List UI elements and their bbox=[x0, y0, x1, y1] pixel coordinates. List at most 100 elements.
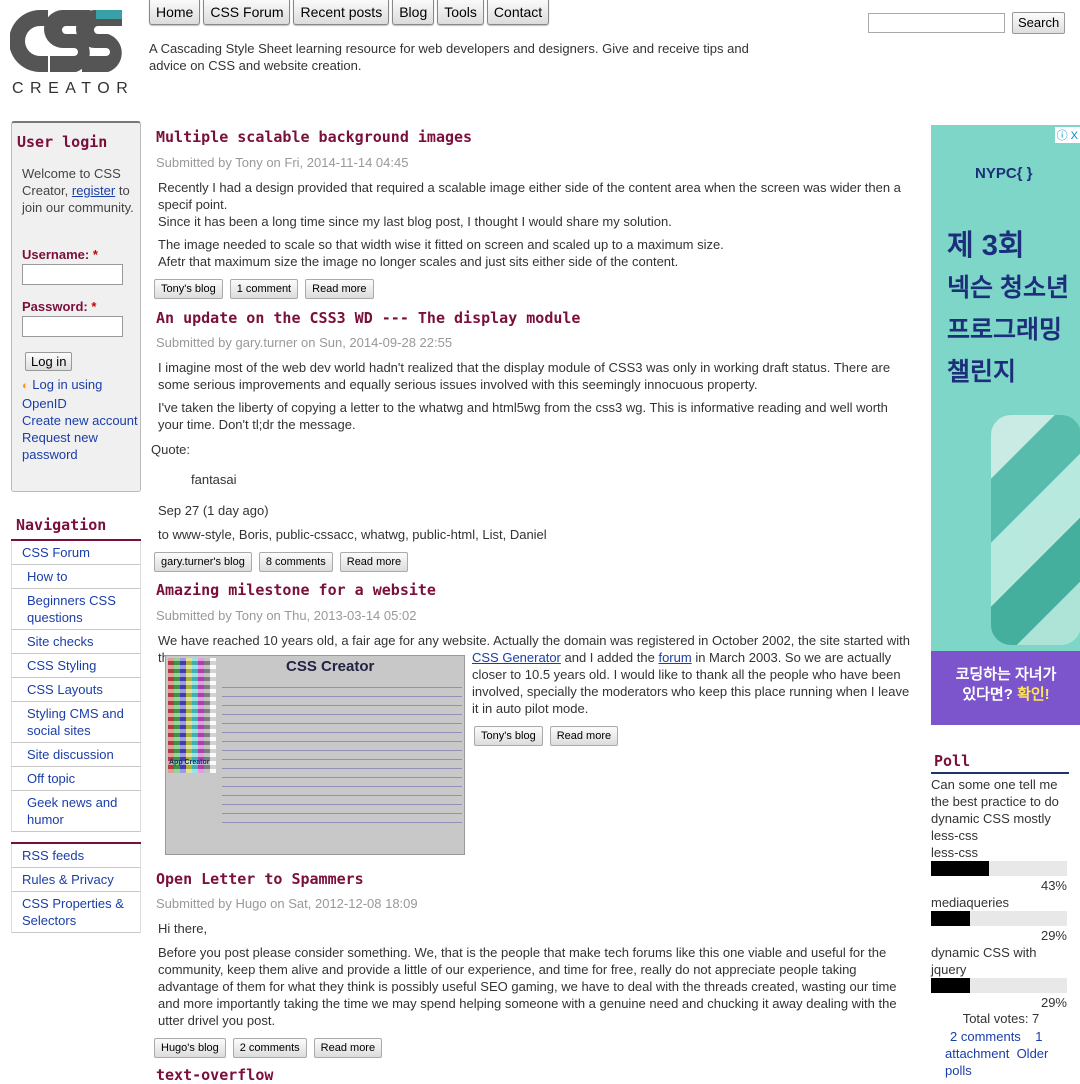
forum-link[interactable]: forum bbox=[658, 650, 691, 665]
nav-blog[interactable]: Blog bbox=[392, 0, 435, 25]
menu-item[interactable]: Beginners CSS questions bbox=[11, 589, 141, 630]
menu-link-css-properties[interactable]: CSS Properties & Selectors bbox=[22, 896, 124, 928]
css-creator-logo[interactable]: CREATOR bbox=[10, 8, 130, 98]
post-submitted: Submitted by Tony on Thu, 2013-03-14 05:… bbox=[156, 608, 417, 623]
login-button[interactable]: Log in bbox=[25, 352, 73, 371]
menu-item[interactable]: CSS Forum bbox=[11, 541, 141, 565]
nav-tools[interactable]: Tools bbox=[437, 0, 484, 25]
screenshot-form-lines bbox=[222, 681, 462, 831]
menu-item[interactable]: CSS Layouts bbox=[11, 678, 141, 702]
blog-link[interactable]: Tony's blog bbox=[154, 279, 223, 299]
read-more-link[interactable]: Read more bbox=[549, 726, 619, 746]
menu-link-how-to[interactable]: How to bbox=[27, 569, 67, 584]
post-submitted: Submitted by gary.turner on Sun, 2014-09… bbox=[156, 335, 453, 350]
password-field[interactable] bbox=[22, 316, 123, 337]
ad-cta-text: 코딩하는 자녀가 있다면? 확인! bbox=[951, 665, 1061, 705]
nav-recent-posts[interactable]: Recent posts bbox=[293, 0, 390, 25]
nav-contact[interactable]: Contact bbox=[486, 0, 550, 25]
menu-item[interactable]: Geek news and humor bbox=[11, 791, 141, 832]
menu-link-rss[interactable]: RSS feeds bbox=[22, 848, 84, 863]
create-account-link[interactable]: Create new account bbox=[22, 412, 140, 429]
menu-link-beginners[interactable]: Beginners CSS questions bbox=[27, 593, 116, 625]
menu-item[interactable]: Off topic bbox=[11, 767, 141, 791]
comments-link[interactable]: 2 comments bbox=[232, 1038, 307, 1058]
username-field[interactable] bbox=[22, 264, 123, 285]
ad-cta-line: 있다면? 확인! bbox=[951, 685, 1061, 705]
openid-login-link[interactable]: ◐ Log in using OpenID bbox=[22, 376, 140, 412]
nav-home[interactable]: Home bbox=[149, 0, 201, 25]
read-more-link[interactable]: Read more bbox=[305, 279, 374, 299]
user-login-block: User login Welcome to CSS Creator, regis… bbox=[11, 121, 141, 492]
post-text: and I added the bbox=[560, 650, 659, 665]
poll-bar bbox=[931, 911, 1067, 926]
post-body: Recently I had a design provided that re… bbox=[158, 179, 913, 270]
nav-css-forum[interactable]: CSS Forum bbox=[203, 0, 291, 25]
menu-link-site-checks[interactable]: Site checks bbox=[27, 634, 93, 649]
search-button[interactable]: Search bbox=[1012, 12, 1066, 34]
poll-question: Can some one tell me the best practice t… bbox=[931, 777, 1059, 843]
ad-headline: 제 3회 넥슨 청소년 프로그래밍 챌린지 bbox=[947, 225, 1069, 393]
menu-link-rules[interactable]: Rules & Privacy bbox=[22, 872, 114, 887]
read-more-link[interactable]: Read more bbox=[339, 552, 409, 572]
search-input[interactable] bbox=[868, 13, 1005, 33]
read-more-link[interactable]: Read more bbox=[313, 1038, 383, 1058]
post-links: Hugo's blog 2 comments Read more bbox=[154, 1038, 383, 1058]
navigation-title: Navigation bbox=[16, 516, 107, 534]
menu-link-off-topic[interactable]: Off topic bbox=[27, 771, 75, 786]
poll-comments-link[interactable]: 2 comments bbox=[950, 1029, 1021, 1044]
post-body-side: CSS Generator and I added the forum in M… bbox=[472, 649, 914, 717]
menu-link-site-discussion[interactable]: Site discussion bbox=[27, 747, 114, 762]
menu-link-css-layouts[interactable]: CSS Layouts bbox=[27, 682, 103, 697]
ad-cta-line: 코딩하는 자녀가 bbox=[955, 666, 1057, 683]
quote-label: Quote: bbox=[151, 442, 191, 457]
menu-link-geek-news[interactable]: Geek news and humor bbox=[27, 795, 117, 827]
menu-item[interactable]: Styling CMS and social sites bbox=[11, 702, 141, 743]
post-paragraph: Hi there, bbox=[158, 921, 208, 936]
post-submitted: Submitted by Hugo on Sat, 2012-12-08 18:… bbox=[156, 896, 418, 911]
footer-menu: RSS feeds Rules & Privacy CSS Properties… bbox=[11, 842, 141, 933]
blog-link[interactable]: gary.turner's blog bbox=[154, 552, 252, 572]
poll-bar bbox=[931, 861, 1067, 876]
menu-item[interactable]: RSS feeds bbox=[11, 844, 141, 868]
ad-headline-line: 넥슨 청소년 bbox=[947, 274, 1069, 302]
poll-option-label: less-css bbox=[931, 845, 978, 860]
password-label: Password: * bbox=[22, 299, 96, 314]
advertisement-banner[interactable]: ⓘ X NYPC{ } 제 3회 넥슨 청소년 프로그래밍 챌린지 코딩하는 자… bbox=[931, 125, 1080, 725]
poll-bar-fill bbox=[931, 861, 990, 876]
request-password-link[interactable]: Request new password bbox=[22, 429, 140, 463]
comments-link[interactable]: 8 comments bbox=[258, 552, 333, 572]
post-paragraph: The image needed to scale so that width … bbox=[158, 237, 724, 252]
menu-link-styling-cms[interactable]: Styling CMS and social sites bbox=[27, 706, 124, 738]
menu-item[interactable]: Site checks bbox=[11, 630, 141, 654]
post-title[interactable]: Amazing milestone for a website bbox=[156, 581, 436, 599]
navigation-menu: CSS Forum How to Beginners CSS questions… bbox=[11, 539, 141, 832]
quote-date: Sep 27 (1 day ago) bbox=[158, 503, 269, 518]
blog-link[interactable]: Hugo's blog bbox=[154, 1038, 226, 1058]
poll-links: 2 comments 1 attachment Older polls bbox=[945, 1028, 1075, 1079]
post-title[interactable]: Multiple scalable background images bbox=[156, 128, 472, 146]
menu-item[interactable]: Rules & Privacy bbox=[11, 868, 141, 892]
menu-item[interactable]: CSS Properties & Selectors bbox=[11, 892, 141, 933]
post-links: gary.turner's blog 8 comments Read more bbox=[154, 552, 409, 572]
register-link[interactable]: register bbox=[72, 183, 115, 198]
menu-item[interactable]: Site discussion bbox=[11, 743, 141, 767]
login-links: ◐ Log in using OpenID Create new account… bbox=[22, 376, 140, 463]
blog-link[interactable]: Tony's blog bbox=[474, 726, 543, 746]
ad-close-icon[interactable]: ⓘ X bbox=[1054, 127, 1080, 143]
post-title[interactable]: An update on the CSS3 WD --- The display… bbox=[156, 309, 580, 327]
required-mark: * bbox=[91, 299, 97, 314]
poll-option-label: mediaqueries bbox=[931, 895, 1010, 910]
post-body: Hi there, Before you post please conside… bbox=[158, 920, 913, 1029]
comments-link[interactable]: 1 comment bbox=[229, 279, 299, 299]
openid-icon: ◐ bbox=[22, 380, 29, 392]
menu-item[interactable]: CSS Styling bbox=[11, 654, 141, 678]
main-nav: Home CSS Forum Recent posts Blog Tools C… bbox=[149, 0, 550, 25]
ad-cta-highlight: 확인! bbox=[1017, 686, 1050, 703]
menu-link-css-forum[interactable]: CSS Forum bbox=[22, 545, 90, 560]
post-title[interactable]: text-overflow bbox=[156, 1066, 273, 1084]
post-title[interactable]: Open Letter to Spammers bbox=[156, 870, 364, 888]
username-label-text: Username: bbox=[22, 247, 90, 262]
css-generator-link[interactable]: CSS Generator bbox=[472, 650, 561, 665]
menu-link-css-styling[interactable]: CSS Styling bbox=[27, 658, 96, 673]
menu-item[interactable]: How to bbox=[11, 565, 141, 589]
